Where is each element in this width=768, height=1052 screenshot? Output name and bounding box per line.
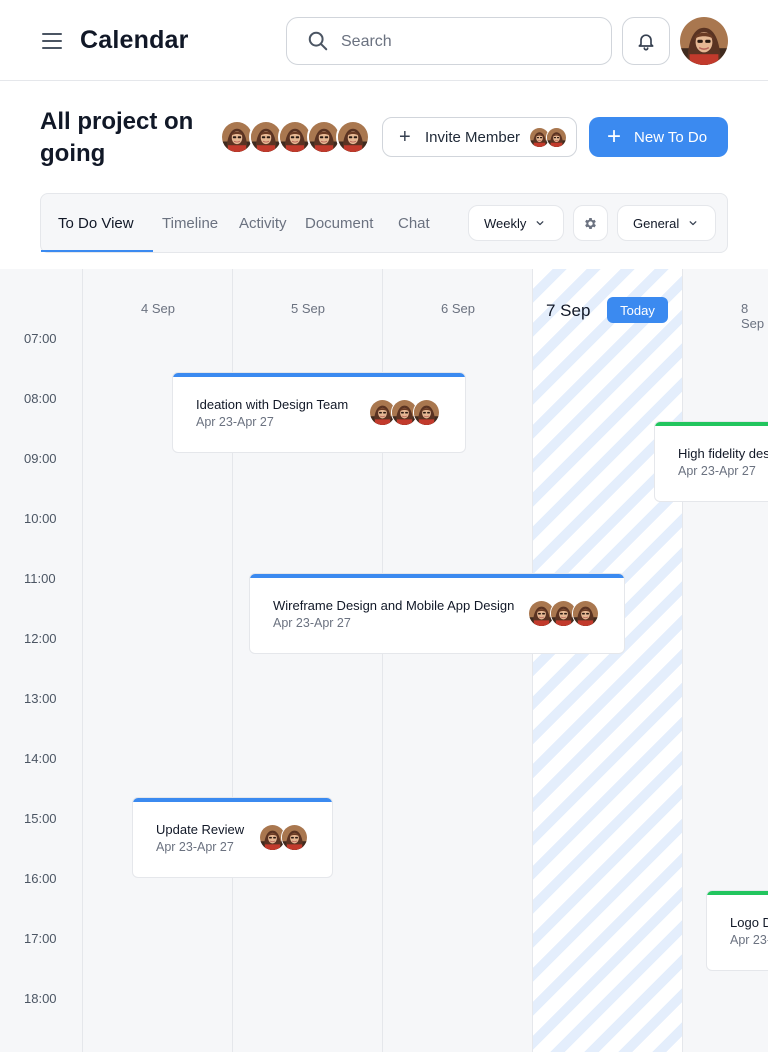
event-color-bar bbox=[707, 891, 768, 895]
hour-label: 11:00 bbox=[24, 571, 56, 586]
event-title: High fidelity design bbox=[678, 446, 768, 461]
weekly-dropdown-label: Weekly bbox=[484, 215, 527, 231]
hour-label: 15:00 bbox=[24, 811, 57, 826]
tab-chat[interactable]: Chat bbox=[398, 215, 430, 232]
event-date: Apr 23-Apr 27 bbox=[196, 415, 274, 429]
general-dropdown-label: General bbox=[633, 215, 680, 231]
search-input[interactable] bbox=[341, 30, 591, 54]
invite-member-label: Invite Member bbox=[425, 128, 521, 146]
event-date: Apr 23-Apr 27 bbox=[678, 464, 756, 478]
day-header: 4 Sep bbox=[141, 301, 175, 316]
event-members bbox=[528, 600, 599, 627]
hour-label: 12:00 bbox=[24, 631, 57, 646]
general-dropdown[interactable]: General bbox=[617, 205, 716, 241]
view-tabs: To Do View Timeline Activity Document Ch… bbox=[40, 193, 728, 253]
invite-avatars bbox=[529, 127, 567, 148]
event-color-bar bbox=[250, 574, 624, 578]
tab-document[interactable]: Document bbox=[305, 215, 373, 232]
event-date: Apr 23-Apr 27 bbox=[730, 933, 768, 947]
event-color-bar bbox=[655, 422, 768, 426]
day-header: 5 Sep bbox=[291, 301, 325, 316]
hour-label: 07:00 bbox=[24, 331, 57, 346]
tab-timeline[interactable]: Timeline bbox=[162, 215, 218, 232]
event-color-bar bbox=[133, 798, 332, 802]
app-title: Calendar bbox=[80, 26, 189, 54]
day-header-today: 7 Sep bbox=[546, 301, 591, 320]
event-date: Apr 23-Apr 27 bbox=[156, 840, 234, 854]
top-bar: Calendar bbox=[0, 0, 768, 81]
event-card[interactable]: Ideation with Design Team Apr 23-Apr 27 bbox=[172, 372, 466, 453]
event-title: Wireframe Design and Mobile App Design bbox=[273, 598, 515, 613]
event-card[interactable]: Wireframe Design and Mobile App Design A… bbox=[249, 573, 625, 654]
hour-label: 09:00 bbox=[24, 451, 57, 466]
event-card[interactable]: High fidelity design Apr 23-Apr 27 bbox=[654, 421, 768, 502]
member-avatars[interactable] bbox=[220, 120, 370, 154]
search-box[interactable] bbox=[286, 17, 612, 65]
avatar bbox=[413, 399, 440, 426]
calendar-grid: 4 Sep 5 Sep 6 Sep 7 Sep Today 8 Sep 07:0… bbox=[0, 269, 768, 1052]
tab-activity[interactable]: Activity bbox=[239, 215, 287, 232]
plus-icon: + bbox=[607, 123, 622, 150]
new-todo-label: New To Do bbox=[634, 128, 708, 146]
profile-avatar[interactable] bbox=[680, 17, 728, 65]
weekly-dropdown[interactable]: Weekly bbox=[468, 205, 564, 241]
today-badge: Today bbox=[607, 297, 668, 323]
active-tab-indicator bbox=[41, 250, 153, 252]
event-members bbox=[369, 399, 440, 426]
event-title: Logo Design bbox=[730, 915, 768, 930]
hour-label: 18:00 bbox=[24, 991, 57, 1006]
avatar bbox=[572, 600, 599, 627]
search-icon bbox=[308, 31, 328, 51]
new-todo-button[interactable]: + New To Do bbox=[589, 117, 728, 157]
avatar bbox=[546, 127, 567, 148]
project-title: All project on going bbox=[40, 108, 194, 167]
day-header: 8 Sep bbox=[741, 301, 765, 331]
event-color-bar bbox=[173, 373, 465, 377]
avatar bbox=[281, 824, 308, 851]
event-card[interactable]: Logo Design Apr 23-Apr 27 bbox=[706, 890, 768, 971]
notification-button[interactable] bbox=[622, 17, 670, 65]
column-divider bbox=[682, 269, 683, 1052]
today-column bbox=[533, 269, 683, 1052]
hour-label: 14:00 bbox=[24, 751, 57, 766]
event-members bbox=[259, 824, 308, 851]
hour-label: 13:00 bbox=[24, 691, 57, 706]
tab-todo-view[interactable]: To Do View bbox=[58, 215, 134, 232]
hour-label: 10:00 bbox=[24, 511, 57, 526]
day-header: 6 Sep bbox=[441, 301, 475, 316]
avatar bbox=[336, 120, 370, 154]
chevron-down-icon bbox=[536, 221, 544, 226]
invite-member-button[interactable]: + Invite Member bbox=[382, 117, 577, 157]
column-divider bbox=[532, 269, 533, 1052]
event-title: Update Review bbox=[156, 822, 245, 837]
column-divider bbox=[82, 269, 83, 1052]
gear-icon bbox=[585, 217, 596, 229]
plus-icon: + bbox=[399, 126, 411, 148]
event-card[interactable]: Update Review Apr 23-Apr 27 bbox=[132, 797, 333, 878]
menu-icon[interactable] bbox=[42, 33, 62, 49]
hour-label: 16:00 bbox=[24, 871, 57, 886]
event-title: Ideation with Design Team bbox=[196, 397, 349, 412]
settings-button[interactable] bbox=[573, 205, 608, 241]
hour-label: 17:00 bbox=[24, 931, 57, 946]
hour-label: 08:00 bbox=[24, 391, 57, 406]
chevron-down-icon bbox=[689, 221, 697, 226]
event-date: Apr 23-Apr 27 bbox=[273, 616, 351, 630]
avatar-image bbox=[680, 17, 728, 65]
bell-icon bbox=[638, 34, 654, 51]
